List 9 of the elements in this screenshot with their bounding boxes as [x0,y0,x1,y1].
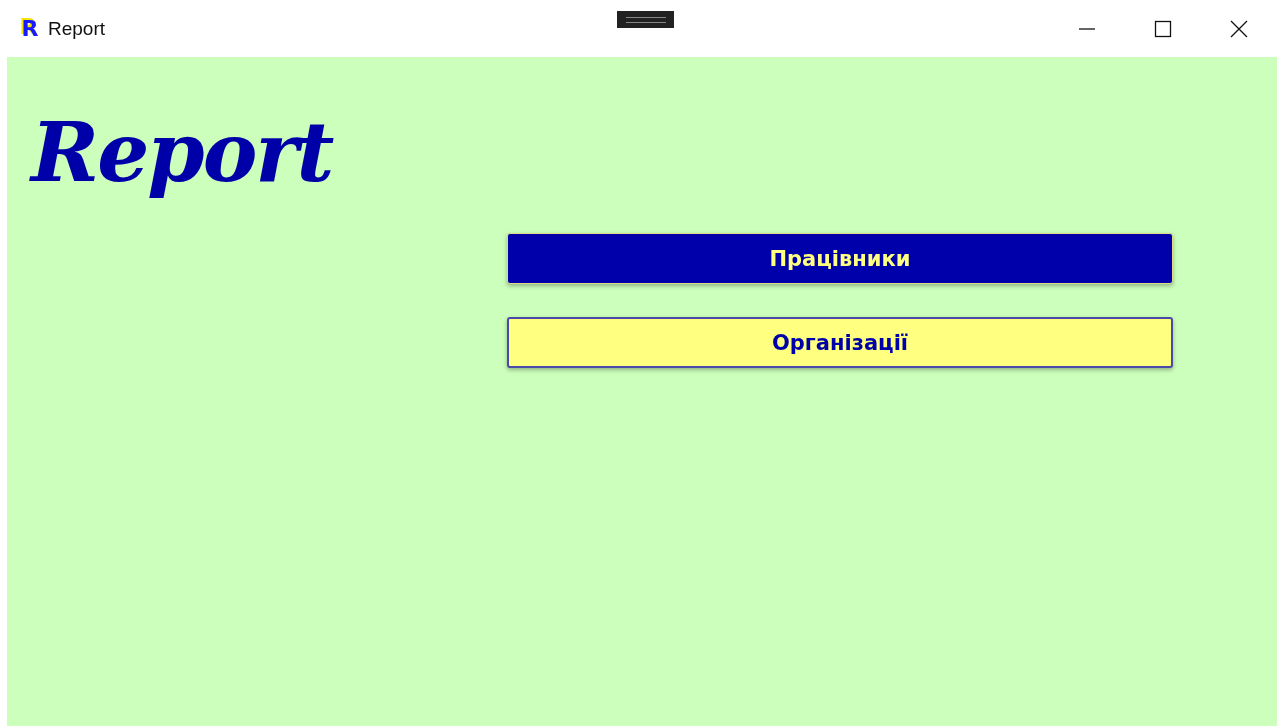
maximize-icon [1154,19,1172,38]
minimize-icon [1078,27,1096,30]
drag-handle[interactable] [617,11,674,28]
window-title: Report [48,17,106,40]
menu-button[interactable]: Організації [507,317,1173,368]
app-icon: R [18,16,42,41]
app-heading: Report [31,107,333,198]
menu-button[interactable]: Працівники [507,233,1173,284]
close-icon [1230,19,1248,38]
